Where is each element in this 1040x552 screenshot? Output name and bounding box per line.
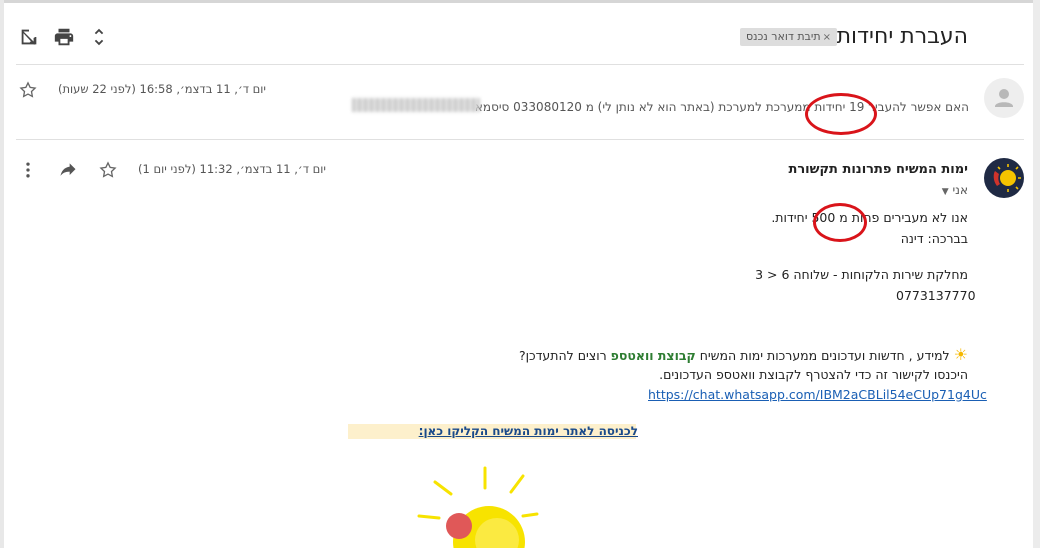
sun-emoji-icon: ☀ xyxy=(953,345,968,364)
join-text: היכנסו לקישור זה כדי להצטרף לקבוצת וואטס… xyxy=(659,367,968,382)
sender-avatar-logo xyxy=(984,158,1024,198)
more-options-icon[interactable] xyxy=(18,160,38,180)
email-subject: העברת יחידות xyxy=(836,24,968,49)
promo-text-a: רוצים להתעדכן? xyxy=(518,348,607,363)
sender-name[interactable]: ימות המשיח פתרונות תקשורת xyxy=(788,162,968,177)
print-icon[interactable] xyxy=(53,26,75,48)
promo-whatsapp-group: קבוצת וואטספ xyxy=(610,348,696,363)
window-top-border xyxy=(0,0,1040,3)
window-right-border xyxy=(1033,0,1040,548)
recipient-details[interactable]: אני ▼ xyxy=(942,183,968,197)
promo-line: ☀ למידע , חדשות ועדכונים ממערכות ימות המ… xyxy=(519,345,968,364)
sun-logo-image xyxy=(405,460,545,552)
message-date: יום ד׳, 11 בדצמ׳, 11:32 (לפני יום 1) xyxy=(138,162,326,176)
recipient-me: אני xyxy=(952,183,968,197)
header-divider xyxy=(16,64,1024,65)
annotation-circle-500 xyxy=(813,203,867,242)
star-icon[interactable] xyxy=(98,160,118,180)
body-department: מחלקת שירות הלקוחות - שלוחה 6 < 3 xyxy=(755,267,968,282)
message-divider xyxy=(16,139,1024,140)
sender-avatar-default xyxy=(984,78,1024,118)
label-remove-button[interactable]: × xyxy=(823,32,831,43)
promo-text-b: למידע , חדשות ועדכונים ממערכות ימות המשי… xyxy=(699,348,950,363)
popout-icon[interactable] xyxy=(18,26,40,48)
body-phone: 0773137770 xyxy=(896,288,976,303)
forward-icon[interactable] xyxy=(58,160,78,180)
star-icon[interactable] xyxy=(18,80,38,100)
body-signature: בברכה: דינה xyxy=(900,231,968,246)
label-text: תיבת דואר נכנס xyxy=(746,30,821,43)
annotation-circle-19 xyxy=(805,93,877,135)
expand-collapse-icon[interactable] xyxy=(88,26,110,48)
site-link[interactable]: לכניסה לאתר ימות המשיח הקליקו כאן: xyxy=(419,424,638,438)
inbox-label-chip[interactable]: ×תיבת דואר נכנס xyxy=(740,28,837,46)
window-left-border xyxy=(0,0,4,548)
collapsed-message-date: יום ד׳, 11 בדצמ׳, 16:58 (לפני 22 שעות) xyxy=(58,82,266,96)
body-line-1: אנו לא מעבירים פחות מ 500 יחידות. xyxy=(771,210,968,225)
whatsapp-link[interactable]: https://chat.whatsapp.com/IBM2aCBLil54eC… xyxy=(648,387,987,402)
dropdown-arrow-icon[interactable]: ▼ xyxy=(942,187,949,197)
redacted-password xyxy=(352,98,480,112)
